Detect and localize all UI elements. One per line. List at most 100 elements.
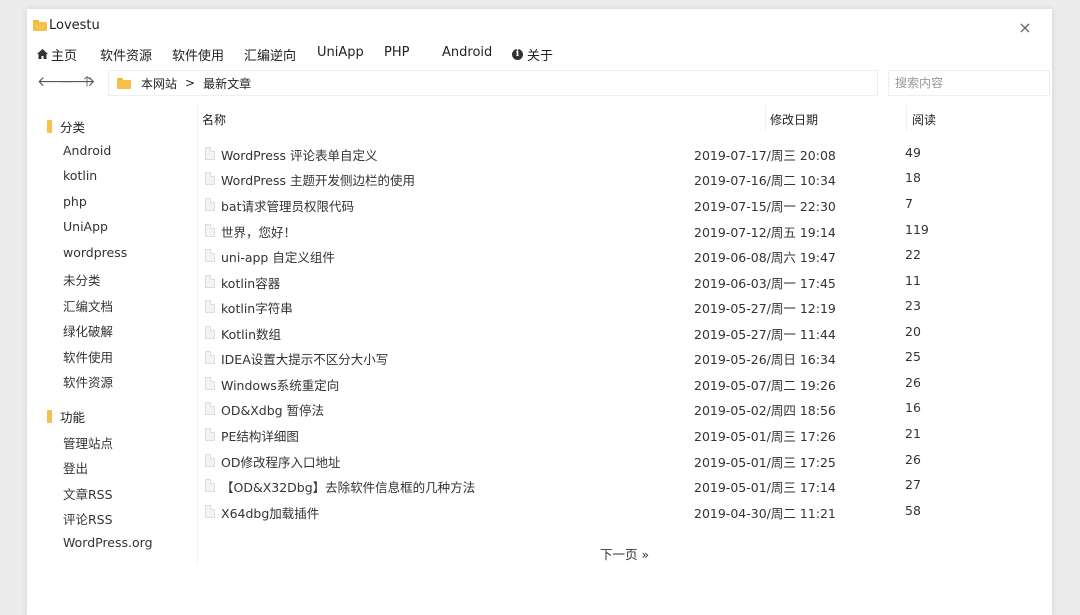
menu-item-label: 关于: [527, 49, 554, 64]
menu-item-label: 软件使用: [172, 49, 225, 64]
post-date: 2019-07-12/周五 19:14: [694, 225, 836, 240]
document-icon: [205, 249, 215, 262]
post-date: 2019-05-27/周一 12:19: [694, 301, 836, 316]
sidebar-item-assembly-docs[interactable]: 汇编文档: [63, 296, 113, 315]
document-icon: [205, 479, 215, 492]
sidebar-group-functions[interactable]: 功能: [47, 407, 85, 426]
close-button[interactable]: ×: [1017, 20, 1033, 36]
menu-item-php[interactable]: PHP: [384, 45, 409, 60]
column-divider[interactable]: [906, 105, 907, 131]
post-title: IDEA设置大提示不区分大小写: [221, 352, 389, 367]
post-date: 2019-06-08/周六 19:47: [694, 250, 836, 265]
post-date: 2019-06-03/周一 17:45: [694, 276, 836, 291]
post-title: 【OD&X32Dbg】去除软件信息框的几种方法: [221, 480, 476, 495]
list-item[interactable]: OD修改程序入口地址 2019-05-01/周三 17:25 26: [199, 448, 1052, 472]
sidebar: 分类 Android kotlin php UniApp wordpress 未…: [27, 105, 198, 565]
post-date: 2019-05-02/周四 18:56: [694, 403, 836, 418]
sidebar-group-label: 分类: [60, 120, 86, 135]
next-page-link[interactable]: 下一页 »: [600, 544, 649, 563]
search-input[interactable]: [888, 70, 1050, 96]
list-item[interactable]: WordPress 主题开发侧边栏的使用 2019-07-16/周二 10:34…: [199, 166, 1052, 190]
folder-icon: [33, 19, 47, 31]
post-title: Windows系统重定向: [221, 378, 340, 393]
title-bar: Lovestu: [33, 15, 100, 35]
sidebar-group-label: 功能: [60, 410, 86, 425]
column-header-views[interactable]: 阅读: [912, 111, 936, 128]
menu-item-label: 软件资源: [100, 49, 153, 64]
menu-item-label: Android: [442, 45, 493, 60]
list-item[interactable]: Windows系统重定向 2019-05-07/周二 19:26 26: [199, 371, 1052, 395]
home-icon: [37, 48, 48, 62]
document-icon: [205, 351, 215, 364]
post-views: 23: [905, 298, 921, 313]
forward-arrow-icon[interactable]: 🡒: [58, 74, 96, 90]
document-icon: [205, 224, 215, 237]
post-date: 2019-05-01/周三 17:14: [694, 480, 836, 495]
sidebar-item-uncategorized[interactable]: 未分类: [63, 270, 101, 289]
menu-item-label: 主页: [51, 49, 78, 64]
info-icon: i: [512, 49, 523, 60]
explorer-window: Lovestu × 主页 软件资源 软件使用 汇编逆向 UniApp PHP A…: [27, 9, 1052, 615]
sidebar-item-uniapp[interactable]: UniApp: [63, 219, 108, 234]
list-item[interactable]: uni-app 自定义组件 2019-06-08/周六 19:47 22: [199, 243, 1052, 267]
list-item[interactable]: IDEA设置大提示不区分大小写 2019-05-26/周日 16:34 25: [199, 345, 1052, 369]
menu-item-android[interactable]: Android: [442, 45, 492, 60]
document-icon: [205, 377, 215, 390]
sidebar-item-posts-rss[interactable]: 文章RSS: [63, 484, 113, 503]
list-item[interactable]: X64dbg加载插件 2019-04-30/周二 11:21 58: [199, 499, 1052, 523]
sidebar-item-comments-rss[interactable]: 评论RSS: [63, 509, 113, 528]
post-date: 2019-04-30/周二 11:21: [694, 506, 836, 521]
sidebar-item-logout[interactable]: 登出: [63, 458, 88, 477]
sidebar-item-site-admin[interactable]: 管理站点: [63, 433, 113, 452]
address-bar[interactable]: 本网站 > 最新文章: [108, 70, 878, 96]
menu-item-label: UniApp: [317, 45, 364, 60]
list-item[interactable]: PE结构详细图 2019-05-01/周三 17:26 21: [199, 422, 1052, 446]
navigation-toolbar: 🡐 🡒 🡑 本网站 > 最新文章: [27, 69, 1052, 97]
breadcrumb-latest-posts[interactable]: 最新文章: [203, 75, 251, 92]
document-icon: [205, 402, 215, 415]
column-header-date[interactable]: 修改日期: [770, 111, 818, 128]
breadcrumb-separator: >: [185, 76, 196, 90]
back-arrow-icon[interactable]: 🡐: [37, 74, 75, 90]
menu-item-software-resources[interactable]: 软件资源: [100, 45, 152, 64]
list-item[interactable]: Kotlin数组 2019-05-27/周一 11:44 20: [199, 320, 1052, 344]
sidebar-item-software-usage[interactable]: 软件使用: [63, 347, 113, 366]
list-item[interactable]: OD&Xdbg 暂停法 2019-05-02/周四 18:56 16: [199, 396, 1052, 420]
menu-item-reverse-engineering[interactable]: 汇编逆向: [244, 45, 296, 64]
post-views: 26: [905, 452, 921, 467]
post-title: PE结构详细图: [221, 429, 299, 444]
breadcrumb-site[interactable]: 本网站: [141, 75, 177, 92]
sidebar-item-wordpress[interactable]: wordpress: [63, 245, 127, 260]
column-header-name[interactable]: 名称: [202, 111, 226, 128]
list-item[interactable]: kotlin容器 2019-06-03/周一 17:45 11: [199, 269, 1052, 293]
document-icon: [205, 428, 215, 441]
menu-item-software-usage[interactable]: 软件使用: [172, 45, 224, 64]
list-item[interactable]: 世界，您好！ 2019-07-12/周五 19:14 119: [199, 218, 1052, 242]
list-item[interactable]: kotlin字符串 2019-05-27/周一 12:19 23: [199, 294, 1052, 318]
menu-item-about[interactable]: i 关于: [512, 45, 553, 64]
list-item[interactable]: bat请求管理员权限代码 2019-07-15/周一 22:30 7: [199, 192, 1052, 216]
column-divider[interactable]: [765, 105, 766, 131]
menu-item-label: 汇编逆向: [244, 49, 297, 64]
document-icon: [205, 454, 215, 467]
sidebar-item-portable-crack[interactable]: 绿化破解: [63, 321, 113, 340]
menu-item-home[interactable]: 主页: [37, 45, 77, 64]
list-item[interactable]: WordPress 评论表单自定义 2019-07-17/周三 20:08 49: [199, 141, 1052, 165]
sidebar-group-categories[interactable]: 分类: [47, 117, 85, 136]
post-date: 2019-07-15/周一 22:30: [694, 199, 836, 214]
post-title: OD修改程序入口地址: [221, 455, 341, 470]
up-arrow-icon[interactable]: 🡑: [79, 74, 95, 90]
sidebar-item-kotlin[interactable]: kotlin: [63, 168, 97, 183]
post-title: kotlin容器: [221, 276, 281, 291]
sidebar-item-android[interactable]: Android: [63, 143, 111, 158]
sidebar-item-software-resources[interactable]: 软件资源: [63, 372, 113, 391]
post-views: 27: [905, 477, 921, 492]
post-date: 2019-05-01/周三 17:25: [694, 455, 836, 470]
post-views: 22: [905, 247, 921, 262]
post-views: 7: [905, 196, 913, 211]
list-item[interactable]: 【OD&X32Dbg】去除软件信息框的几种方法 2019-05-01/周三 17…: [199, 473, 1052, 497]
folder-icon: [47, 120, 52, 133]
sidebar-item-php[interactable]: php: [63, 194, 87, 209]
menu-item-uniapp[interactable]: UniApp: [317, 45, 364, 60]
sidebar-item-wordpress-org[interactable]: WordPress.org: [63, 535, 153, 550]
